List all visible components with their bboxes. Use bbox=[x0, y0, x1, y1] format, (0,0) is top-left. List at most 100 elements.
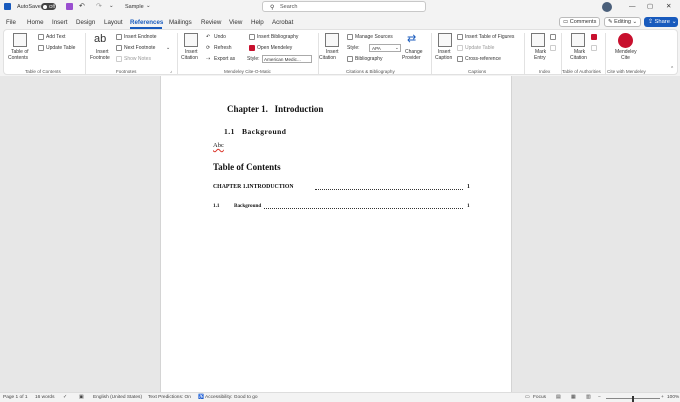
text-predictions[interactable]: Text Predictions: On bbox=[148, 395, 191, 400]
maximize-button[interactable]: ▢ bbox=[647, 3, 653, 10]
tab-insert[interactable]: Insert bbox=[52, 19, 67, 26]
insert-authorities-icon[interactable] bbox=[591, 34, 597, 40]
update-authorities-icon[interactable] bbox=[591, 45, 597, 51]
refresh-icon: ⟳ bbox=[206, 45, 211, 51]
divider bbox=[524, 33, 525, 74]
tab-file[interactable]: File bbox=[6, 19, 16, 26]
mark-citation-icon[interactable] bbox=[571, 33, 585, 47]
table-of-contents-icon[interactable] bbox=[13, 33, 27, 47]
mcom-style-select[interactable]: American Medic... bbox=[262, 54, 312, 63]
account-avatar[interactable] bbox=[602, 2, 612, 12]
collapse-ribbon-icon[interactable]: ⌃ bbox=[670, 66, 674, 72]
print-layout-icon[interactable]: ▦ bbox=[571, 395, 576, 400]
section-heading[interactable]: 1.1 Background bbox=[224, 127, 286, 136]
mark-entry-label-2[interactable]: Entry bbox=[534, 55, 546, 61]
read-mode-icon[interactable]: ▤ bbox=[556, 395, 561, 400]
tab-help[interactable]: Help bbox=[251, 19, 264, 26]
search-icon: ⚲ bbox=[270, 5, 275, 11]
word-count[interactable]: 16 words bbox=[35, 395, 54, 400]
proofing-icon[interactable]: ✓ bbox=[63, 395, 67, 400]
redo-icon[interactable]: ↷ bbox=[96, 2, 102, 10]
body-text[interactable]: Abc bbox=[213, 142, 224, 149]
refresh-button[interactable]: Refresh bbox=[214, 45, 232, 51]
zoom-in-icon[interactable]: + bbox=[661, 395, 664, 400]
zoom-out-icon[interactable]: − bbox=[598, 395, 601, 400]
mark-entry-icon[interactable] bbox=[531, 33, 545, 47]
editing-button[interactable]: ✎ Editing ⌄ bbox=[604, 17, 642, 27]
open-mendeley-button[interactable]: Open Mendeley bbox=[257, 45, 292, 51]
save-icon[interactable] bbox=[66, 3, 73, 10]
web-layout-icon[interactable]: ▥ bbox=[586, 395, 591, 400]
comments-button[interactable]: ▭ Comments bbox=[559, 17, 601, 27]
update-index-icon[interactable] bbox=[550, 45, 556, 51]
insert-citation-icon[interactable] bbox=[325, 33, 339, 47]
close-button[interactable]: ✕ bbox=[666, 3, 671, 10]
bibliography-button[interactable]: Bibliography bbox=[355, 56, 383, 62]
tab-layout[interactable]: Layout bbox=[104, 19, 123, 26]
style-select[interactable]: APA ⌄ bbox=[369, 43, 401, 52]
dialog-launcher-icon[interactable]: ⌟ bbox=[170, 68, 172, 74]
customize-qat-icon[interactable]: ⌄ bbox=[109, 3, 114, 9]
add-text-icon bbox=[38, 34, 44, 40]
language-indicator[interactable]: English (United States) bbox=[93, 395, 142, 400]
update-figures-table-button[interactable]: Update Table bbox=[465, 45, 494, 51]
change-provider-label-2[interactable]: Provider bbox=[402, 55, 421, 61]
update-table-button[interactable]: Update Table bbox=[46, 45, 75, 51]
tab-references[interactable]: References bbox=[130, 19, 163, 26]
insert-footnote-label-2[interactable]: Footnote bbox=[90, 55, 110, 61]
minimize-button[interactable]: — bbox=[629, 3, 636, 10]
focus-icon: ▭ bbox=[525, 395, 530, 400]
zoom-level[interactable]: 100% bbox=[667, 395, 679, 400]
bibliography-icon bbox=[347, 56, 353, 62]
next-footnote-dropdown-icon[interactable]: ⌄ bbox=[166, 45, 170, 51]
tab-home[interactable]: Home bbox=[27, 19, 44, 26]
document-name[interactable]: Sample bbox=[125, 4, 144, 10]
insert-endnote-button[interactable]: Insert Endnote bbox=[124, 34, 157, 40]
share-button[interactable]: ⇪ Share ⌄ bbox=[644, 17, 678, 27]
insert-caption-label-2[interactable]: Caption bbox=[435, 55, 452, 61]
divider bbox=[177, 33, 178, 74]
toc-title[interactable]: Table of Contents bbox=[213, 162, 281, 172]
show-notes-button[interactable]: Show Notes bbox=[124, 56, 151, 62]
tab-mailings[interactable]: Mailings bbox=[169, 19, 192, 26]
tab-view[interactable]: View bbox=[229, 19, 242, 26]
mcom-style-value: American Medic... bbox=[264, 56, 301, 62]
toc-leader bbox=[315, 189, 463, 190]
page-count[interactable]: Page 1 of 1 bbox=[3, 395, 28, 400]
word-app-icon bbox=[4, 3, 11, 10]
tab-acrobat[interactable]: Acrobat bbox=[272, 19, 293, 26]
undo-button[interactable]: Undo bbox=[214, 34, 226, 40]
undo-icon[interactable]: ↶ bbox=[79, 2, 85, 10]
accessibility-icon: ♿ bbox=[198, 395, 204, 400]
mendeley-icon[interactable] bbox=[618, 33, 633, 48]
insert-index-icon[interactable] bbox=[550, 34, 556, 40]
chapter-heading[interactable]: Chapter 1. Introduction bbox=[227, 104, 323, 114]
mark-citation-label-2[interactable]: Citation bbox=[570, 55, 587, 61]
insert-citation-label-2[interactable]: Citation bbox=[319, 55, 336, 61]
export-as-button[interactable]: Export as bbox=[214, 56, 235, 62]
tab-review[interactable]: Review bbox=[201, 19, 221, 26]
focus-button[interactable]: Focus bbox=[533, 395, 546, 400]
insert-citation-icon[interactable] bbox=[184, 33, 198, 47]
document-page[interactable]: Chapter 1. Introduction 1.1 Background A… bbox=[160, 76, 512, 392]
toc-button-label-2[interactable]: Contents bbox=[8, 55, 28, 61]
search-box[interactable]: ⚲ Search bbox=[262, 1, 426, 12]
next-footnote-button[interactable]: Next Footnote bbox=[124, 45, 155, 51]
footnote-ab-icon[interactable]: ab bbox=[94, 33, 106, 45]
mendeley-cite-label-2[interactable]: Cite bbox=[621, 55, 630, 61]
cross-reference-button[interactable]: Cross-reference bbox=[465, 56, 501, 62]
change-provider-icon[interactable]: ⇄ bbox=[407, 32, 416, 45]
accessibility-status[interactable]: Accessibility: Good to go bbox=[205, 395, 258, 400]
mcom-insert-citation-label-2[interactable]: Citation bbox=[181, 55, 198, 61]
insert-caption-icon[interactable] bbox=[438, 33, 452, 47]
tab-design[interactable]: Design bbox=[76, 19, 95, 26]
add-text-button[interactable]: Add Text bbox=[46, 34, 65, 40]
group-label-mendeley: Cite with Mendeley bbox=[607, 69, 646, 74]
insert-table-of-figures-button[interactable]: Insert Table of Figures bbox=[465, 34, 514, 40]
next-footnote-icon bbox=[116, 45, 122, 51]
manage-sources-button[interactable]: Manage Sources bbox=[355, 34, 393, 40]
macro-icon[interactable]: ▣ bbox=[79, 395, 84, 400]
share-label: Share bbox=[654, 19, 670, 25]
zoom-slider-thumb[interactable] bbox=[632, 395, 634, 402]
insert-bibliography-button[interactable]: Insert Bibliography bbox=[257, 34, 298, 40]
